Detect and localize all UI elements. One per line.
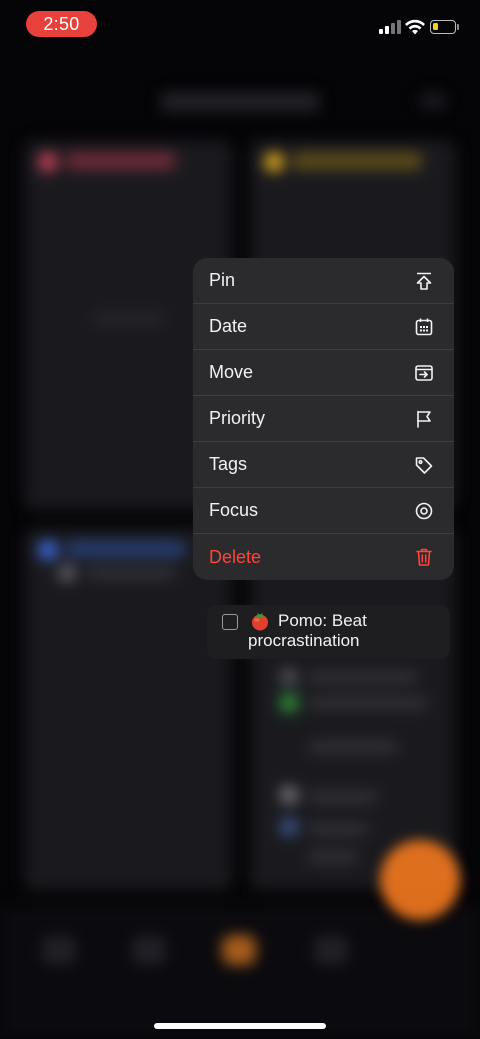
task-title: Pomo: Beat procrastination bbox=[248, 611, 367, 650]
menu-item-label: Tags bbox=[209, 454, 248, 474]
menu-item-move[interactable]: Move bbox=[193, 350, 454, 396]
task-row bbox=[308, 822, 368, 836]
task-checkbox bbox=[280, 694, 298, 712]
status-bar: 2:50 bbox=[0, 0, 480, 48]
task-row bbox=[308, 670, 418, 684]
task-checkbox bbox=[280, 818, 298, 836]
task-row bbox=[308, 850, 358, 864]
trash-icon bbox=[413, 546, 435, 568]
quadrant-icon bbox=[38, 540, 58, 560]
task-checkbox bbox=[280, 786, 298, 804]
add-task-fab bbox=[380, 840, 460, 920]
menu-item-label: Pin bbox=[209, 270, 236, 290]
status-time: 2:50 bbox=[26, 11, 97, 37]
task-row bbox=[308, 696, 428, 710]
wifi-icon bbox=[405, 19, 425, 35]
quadrant-bottom-right bbox=[250, 528, 456, 890]
tab-icon bbox=[314, 935, 348, 965]
battery-low-icon bbox=[430, 20, 456, 34]
blurred-page-title bbox=[160, 92, 320, 112]
battery-tip bbox=[457, 24, 459, 30]
task-checkbox bbox=[58, 564, 76, 582]
menu-item-label: Move bbox=[209, 362, 254, 382]
task-context-menu: Pin Date Move Priority Tags Focus Delete bbox=[193, 258, 454, 580]
quadrant-title bbox=[66, 540, 186, 558]
tab-icon bbox=[132, 935, 166, 965]
blurred-more-icon bbox=[420, 92, 446, 110]
task-row bbox=[308, 740, 398, 754]
task-checkbox bbox=[280, 668, 298, 686]
menu-item-label: Date bbox=[209, 316, 248, 336]
move-icon bbox=[413, 362, 435, 384]
task-checkbox[interactable] bbox=[222, 614, 238, 630]
menu-item-pin[interactable]: Pin bbox=[193, 258, 454, 304]
focus-icon bbox=[413, 500, 435, 522]
flag-icon bbox=[413, 408, 435, 430]
task-preview-card[interactable]: Pomo: Beat procrastination bbox=[207, 605, 450, 659]
battery-level bbox=[433, 23, 438, 30]
quadrant-icon bbox=[38, 152, 58, 172]
quadrant-icon bbox=[264, 152, 284, 172]
menu-item-tags[interactable]: Tags bbox=[193, 442, 454, 488]
pin-icon bbox=[413, 270, 435, 292]
menu-item-label: Focus bbox=[209, 500, 259, 520]
menu-item-label: Delete bbox=[209, 546, 262, 567]
tab-icon-active bbox=[222, 935, 256, 965]
menu-item-date[interactable]: Date bbox=[193, 304, 454, 350]
quadrant-title bbox=[66, 152, 176, 170]
menu-item-priority[interactable]: Priority bbox=[193, 396, 454, 442]
quadrant-bottom-left bbox=[24, 528, 232, 890]
task-row bbox=[86, 566, 176, 580]
menu-item-focus[interactable]: Focus bbox=[193, 488, 454, 534]
tab-icon bbox=[42, 935, 76, 965]
empty-placeholder bbox=[94, 312, 164, 326]
tab-bar bbox=[0, 905, 480, 1039]
calendar-icon bbox=[413, 316, 435, 338]
quadrant-title bbox=[292, 152, 422, 170]
menu-item-label: Priority bbox=[209, 408, 266, 428]
home-indicator[interactable] bbox=[154, 1023, 326, 1029]
screen: 2:50 Pin Date Move Priority Tags Focus D… bbox=[0, 0, 480, 1039]
cellular-signal-icon bbox=[379, 20, 401, 34]
menu-item-delete[interactable]: Delete bbox=[193, 534, 454, 580]
task-row bbox=[308, 790, 378, 804]
tag-icon bbox=[413, 454, 435, 476]
